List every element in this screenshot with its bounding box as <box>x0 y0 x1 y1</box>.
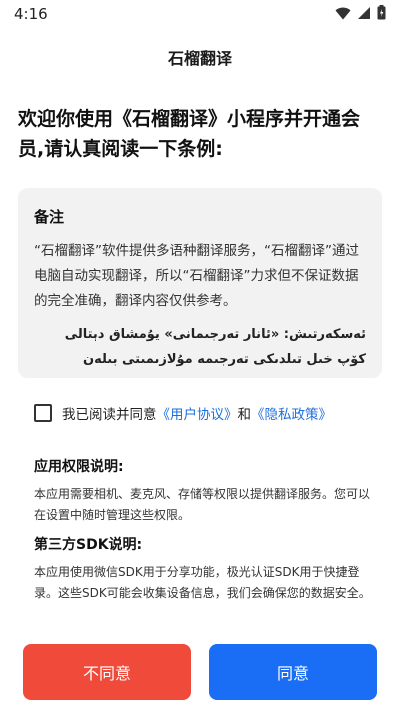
sdk-section: 第三方SDK说明: 本应用使用微信SDK用于分享功能，极光认证SDK用于快捷登录… <box>34 534 374 604</box>
permissions-section: 应用权限说明: 本应用需要相机、麦克风、存储等权限以提供翻译服务。您可以在设置中… <box>34 456 374 526</box>
status-icons <box>335 4 386 24</box>
notice-title: 备注 <box>34 208 65 226</box>
card-scroll-fade <box>18 368 382 378</box>
agreement-row: 我已阅读并同意 《用户协议》 和 《隐私政策》 <box>34 401 384 425</box>
notice-card[interactable]: 备注 “石榴翻译”软件提供多语种翻译服务，“石榴翻译”通过电脑自动实现翻译，所以… <box>18 188 382 378</box>
wifi-icon <box>335 5 351 24</box>
status-time: 4:16 <box>14 5 48 23</box>
agreement-prefix: 我已阅读并同意 <box>62 407 157 423</box>
sdk-title: 第三方SDK说明: <box>34 537 143 553</box>
battery-icon <box>377 4 386 24</box>
signal-icon <box>357 5 371 24</box>
sdk-text: 本应用使用微信SDK用于分享功能，极光认证SDK用于快捷登录。这些SDK可能会收… <box>34 565 371 600</box>
permissions-title: 应用权限说明: <box>34 459 124 475</box>
app-title: 石榴翻译 <box>167 49 232 68</box>
title-bar: 石榴翻译 <box>0 44 400 74</box>
status-bar: 4:16 <box>0 0 400 28</box>
notice-body-chinese: “石榴翻译”软件提供多语种翻译服务，“石榴翻译”通过电脑自动实现翻译，所以“石榴… <box>34 243 359 309</box>
disagree-button[interactable]: 不同意 <box>23 644 191 700</box>
permissions-text: 本应用需要相机、麦克风、存储等权限以提供翻译服务。您可以在设置中随时管理这些权限… <box>34 487 371 522</box>
welcome-headline: 欢迎你使用《石榴翻译》小程序并开通会员,请认真阅读一下条例: <box>18 108 361 160</box>
user-agreement-link[interactable]: 《用户协议》 <box>157 403 238 423</box>
privacy-policy-link[interactable]: 《隐私政策》 <box>251 403 332 423</box>
agreement-checkbox[interactable] <box>34 404 52 422</box>
agree-button[interactable]: 同意 <box>209 644 377 700</box>
agreement-conjunction: 和 <box>237 407 252 423</box>
